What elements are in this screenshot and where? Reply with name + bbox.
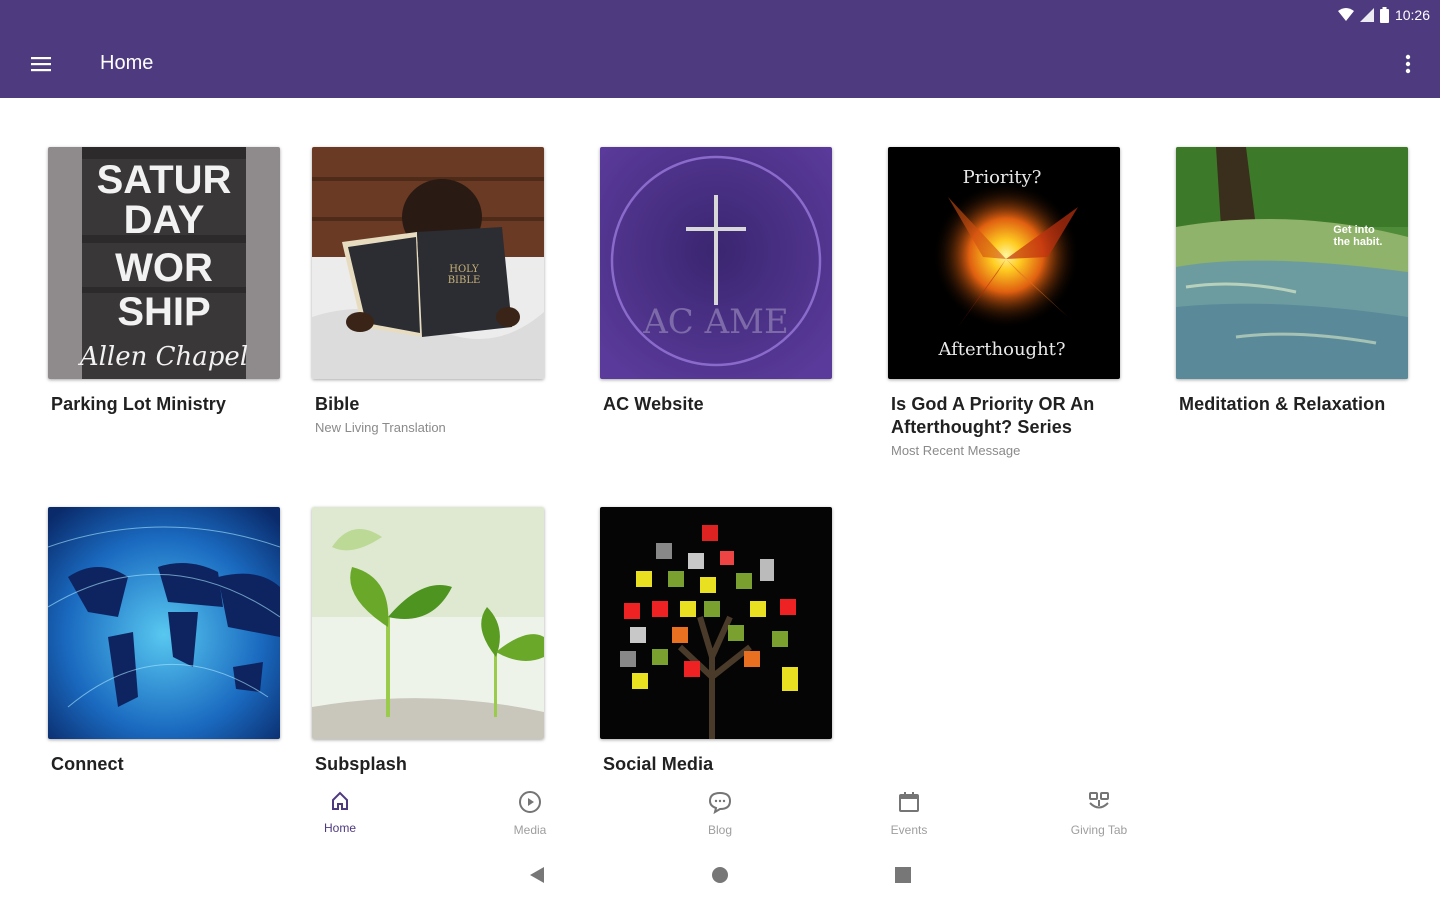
play-circle-icon (518, 790, 542, 819)
home-icon (329, 790, 351, 817)
nav-blog[interactable]: Blog (660, 790, 780, 837)
home-circle-icon[interactable] (707, 862, 733, 888)
tile-ac-website[interactable]: AC AME AC Website (600, 147, 832, 416)
tile-bible[interactable]: HOLY BIBLE Bible New Living Translation (312, 147, 544, 435)
svg-text:SHIP: SHIP (117, 290, 210, 334)
tile-title: Parking Lot Ministry (51, 394, 227, 414)
svg-text:Priority?: Priority? (963, 167, 1042, 188)
world-network-image (48, 507, 280, 739)
tile-title: Is God A Priority OR An Afterthought? Se… (891, 394, 1095, 437)
calendar-icon (897, 790, 921, 819)
tile-title: Meditation & Relaxation (1179, 394, 1386, 414)
svg-text:BIBLE: BIBLE (448, 275, 481, 286)
battery-icon (1379, 7, 1389, 23)
tile-social-media[interactable]: Social Media (600, 507, 832, 776)
nav-label: Blog (707, 823, 733, 837)
nav-home[interactable]: Home (280, 790, 400, 835)
svg-text:Get into: Get into (1333, 224, 1375, 236)
priority-afterthought-image: Priority? Afterthought? (888, 147, 1120, 379)
nav-label: Home (323, 821, 356, 835)
nav-media[interactable]: Media (470, 790, 590, 837)
tile-parking-lot-ministry[interactable]: SATUR DAY WOR SHIP Allen Chapel Parking … (48, 147, 280, 416)
toolbar: Home (0, 30, 1440, 98)
tile-subtitle: Most Recent Message (891, 443, 1021, 458)
svg-text:Allen Chapel: Allen Chapel (78, 342, 248, 372)
nav-giving-tab[interactable]: Giving Tab (1039, 790, 1159, 837)
clock-time: 10:26 (1394, 7, 1430, 23)
svg-text:the habit.: the habit. (1334, 236, 1383, 248)
tile-priority-series[interactable]: Priority? Afterthought? Is God A Priorit… (888, 147, 1120, 458)
tile-title: Subsplash (315, 754, 407, 774)
nav-label: Media (513, 823, 547, 837)
river-image: Get into the habit. (1176, 147, 1408, 379)
svg-text:WOR: WOR (115, 246, 213, 290)
svg-text:Afterthought?: Afterthought? (937, 339, 1065, 360)
status-bar: 10:26 (1337, 0, 1440, 30)
recents-icon[interactable] (890, 862, 916, 888)
bottom-navigation: Home Media Blog Events Giving Tab (0, 780, 1440, 842)
svg-text:AC AME: AC AME (642, 302, 789, 342)
tile-title: Connect (51, 754, 124, 774)
bible-reading-image: HOLY BIBLE (312, 147, 544, 379)
seedling-image (312, 507, 544, 739)
system-navigation-bar (0, 850, 1440, 900)
tile-title: Bible (315, 394, 360, 414)
back-icon[interactable] (524, 862, 550, 888)
svg-text:DAY: DAY (124, 198, 205, 242)
tile-connect[interactable]: Connect (48, 507, 280, 776)
nav-events[interactable]: Events (849, 790, 969, 837)
image-text-1: SATUR (97, 158, 232, 202)
nav-label: Giving Tab (1070, 823, 1128, 837)
tile-title: AC Website (603, 394, 704, 414)
nav-label: Events (890, 823, 928, 837)
giving-icon (1087, 790, 1111, 819)
tile-meditation[interactable]: Get into the habit. Meditation & Relaxat… (1176, 147, 1408, 416)
tile-subsplash[interactable]: Subsplash (312, 507, 544, 776)
more-vert-icon[interactable] (1392, 48, 1424, 80)
tile-subtitle: New Living Translation (315, 420, 446, 435)
hamburger-menu-icon[interactable] (20, 48, 62, 80)
chat-bubble-icon (708, 790, 732, 819)
app-bar: 10:26 Home (0, 0, 1440, 98)
wifi-icon (1337, 8, 1354, 22)
social-tree-image (600, 507, 832, 739)
ac-ame-image: AC AME (600, 147, 832, 379)
page-title: Home (100, 52, 154, 74)
tile-title: Social Media (603, 754, 714, 774)
svg-text:HOLY: HOLY (449, 264, 479, 275)
signal-icon (1359, 8, 1374, 22)
saturday-worship-image: SATUR DAY WOR SHIP Allen Chapel (48, 147, 280, 379)
